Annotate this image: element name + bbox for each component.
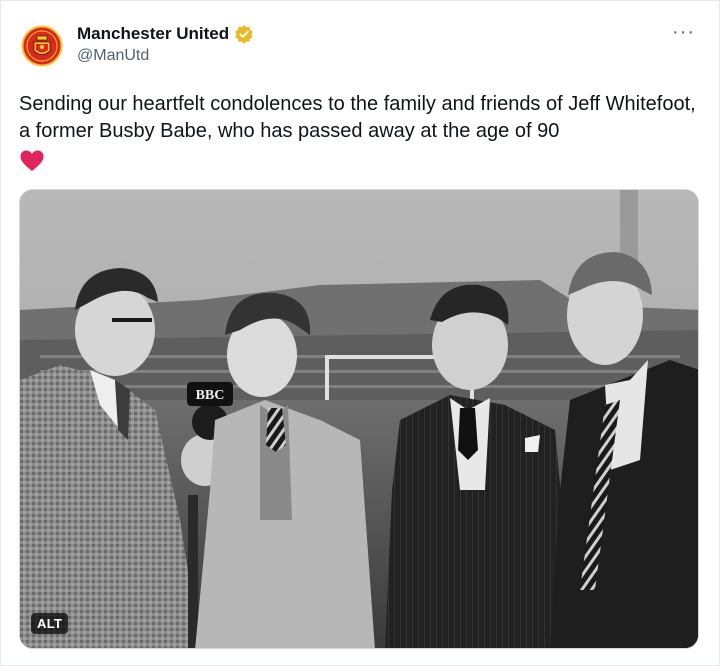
- author-block: Manchester United @ManUtd: [77, 23, 254, 65]
- verified-badge-icon[interactable]: [234, 24, 254, 44]
- author-name[interactable]: Manchester United: [77, 24, 229, 44]
- club-crest-icon: [21, 25, 63, 67]
- tweet-photo[interactable]: BBC: [19, 189, 699, 649]
- microphone-label: BBC: [196, 388, 225, 403]
- author-avatar[interactable]: [21, 25, 63, 67]
- alt-text-badge[interactable]: ALT: [31, 613, 69, 634]
- tweet-card: Manchester United @ManUtd ··· Sending ou…: [0, 0, 720, 666]
- author-handle[interactable]: @ManUtd: [77, 47, 254, 65]
- heart-emoji-icon: [19, 149, 45, 173]
- tweet-text: Sending our heartfelt condolences to the…: [19, 93, 696, 142]
- more-options-icon[interactable]: ···: [672, 21, 695, 44]
- black-and-white-photo: BBC: [20, 190, 698, 648]
- author-name-row: Manchester United: [77, 23, 254, 45]
